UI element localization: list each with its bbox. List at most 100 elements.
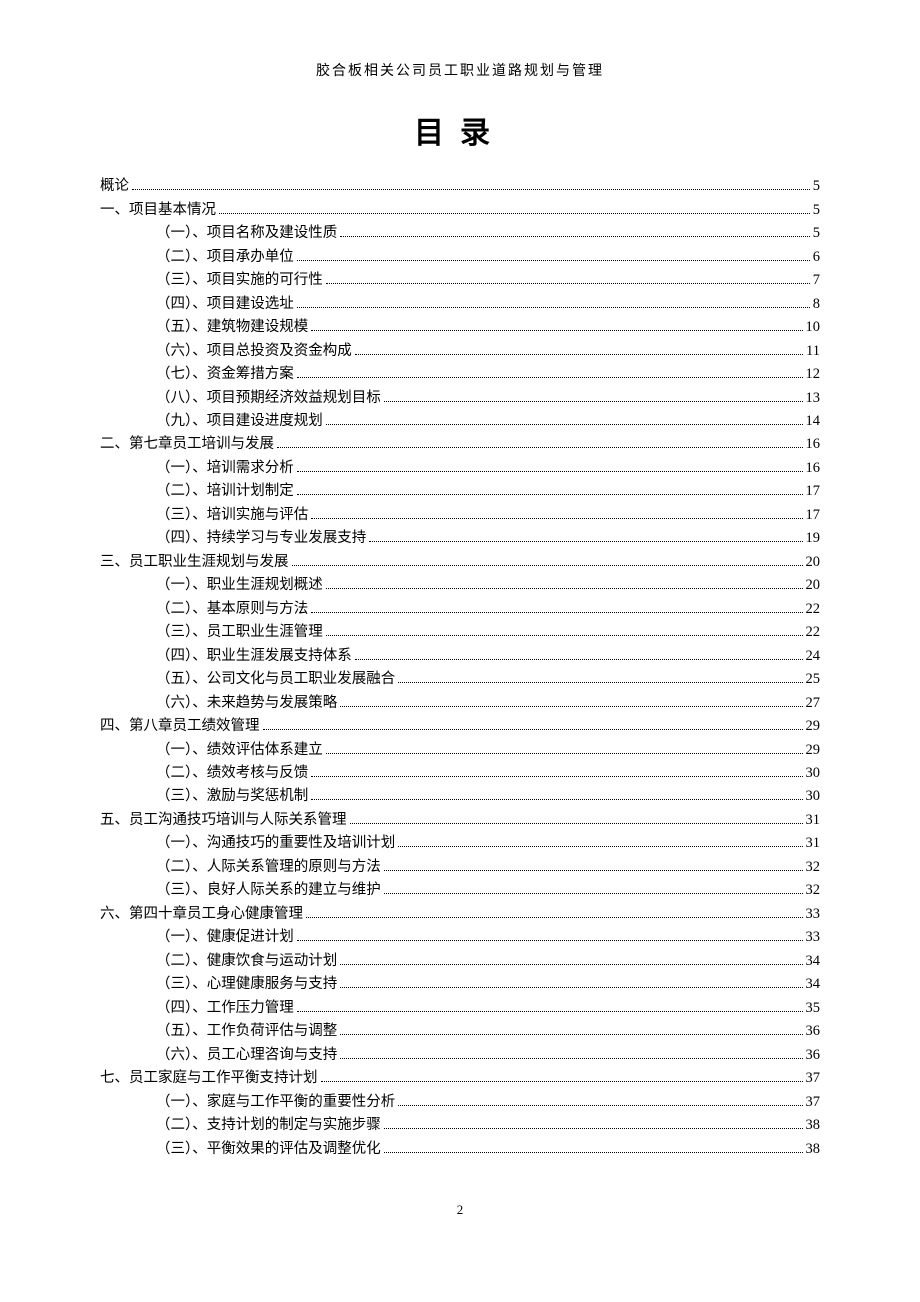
toc-entry-label: （三）、平衡效果的评估及调整优化 (156, 1142, 381, 1157)
toc-row: 七、员工家庭与工作平衡支持计划37 (100, 1066, 820, 1089)
toc-title: 目录 (100, 108, 820, 152)
toc-entry-page: 31 (806, 813, 821, 828)
toc-entry-page: 30 (806, 789, 821, 804)
toc-entry-label: （七）、资金筹措方案 (156, 367, 294, 382)
toc-row: 一、项目基本情况 5 (100, 197, 820, 220)
toc-entry-page: 36 (806, 1048, 821, 1063)
toc-leader-dots (297, 459, 803, 472)
toc-row: （五）、建筑物建设规模10 (100, 315, 820, 338)
toc-entry-label: （三）、心理健康服务与支持 (156, 977, 337, 992)
toc-row: （一）、健康促进计划33 (100, 925, 820, 948)
toc-entry-label: （九）、项目建设进度规划 (156, 414, 323, 429)
toc-row: （五）、工作负荷评估与调整36 (100, 1019, 820, 1042)
toc-entry-label: （四）、职业生涯发展支持体系 (156, 649, 352, 664)
toc-leader-dots (297, 295, 810, 308)
toc-row: （三）、良好人际关系的建立与维护32 (100, 878, 820, 901)
toc-entry-label: （五）、公司文化与员工职业发展融合 (156, 672, 395, 687)
toc-entry-label: （三）、良好人际关系的建立与维护 (156, 883, 381, 898)
toc-row: （三）、激励与奖惩机制30 (100, 784, 820, 807)
toc-entry-label: （五）、建筑物建设规模 (156, 320, 308, 335)
toc-entry-page: 31 (806, 836, 821, 851)
toc-entry-page: 30 (806, 766, 821, 781)
toc-leader-dots (398, 671, 802, 684)
toc-entry-page: 17 (806, 484, 821, 499)
toc-leader-dots (340, 225, 810, 238)
toc-leader-dots (297, 365, 803, 378)
toc-entry-label: 一、项目基本情况 (100, 203, 216, 218)
toc-leader-dots (340, 952, 802, 965)
toc-leader-dots (326, 272, 810, 285)
toc-leader-dots (311, 764, 802, 777)
toc-entry-page: 7 (813, 273, 820, 288)
toc-row: （二）、项目承办单位 6 (100, 244, 820, 267)
toc-row: （六）、未来趋势与发展策略 27 (100, 690, 820, 713)
toc-entry-label: （一）、家庭与工作平衡的重要性分析 (156, 1095, 395, 1110)
toc-row: （一）、绩效评估体系建立 29 (100, 737, 820, 760)
toc-entry-page: 34 (806, 977, 821, 992)
toc-leader-dots (326, 741, 803, 754)
toc-entry-label: 概论 (100, 179, 129, 194)
toc-entry-page: 27 (806, 696, 821, 711)
toc-leader-dots (398, 835, 802, 848)
toc-leader-dots (326, 412, 803, 425)
toc-leader-dots (326, 624, 803, 637)
toc-entry-label: （一）、培训需求分析 (156, 461, 294, 476)
toc-entry-label: 六、第四十章员工身心健康管理 (100, 907, 303, 922)
toc-entry-page: 6 (813, 250, 820, 265)
toc-entry-label: （四）、项目建设选址 (156, 297, 294, 312)
toc-row: 四、第八章员工绩效管理29 (100, 714, 820, 737)
toc-row: （六）、员工心理咨询与支持 36 (100, 1042, 820, 1065)
toc-row: （四）、职业生涯发展支持体系 24 (100, 643, 820, 666)
table-of-contents: 概论5一、项目基本情况5（一）、项目名称及建设性质5（二）、项目承办单位6（三）… (100, 174, 820, 1160)
toc-entry-label: （六）、员工心理咨询与支持 (156, 1048, 337, 1063)
toc-entry-page: 20 (806, 555, 821, 570)
toc-row: （六）、项目总投资及资金构成11 (100, 338, 820, 361)
toc-leader-dots (297, 248, 810, 261)
toc-entry-label: （四）、持续学习与专业发展支持 (156, 531, 366, 546)
toc-leader-dots (311, 319, 802, 332)
toc-leader-dots (306, 905, 803, 918)
toc-row: （四）、项目建设选址8 (100, 291, 820, 314)
toc-entry-label: （六）、项目总投资及资金构成 (156, 344, 352, 359)
toc-entry-page: 29 (806, 743, 821, 758)
toc-entry-label: （三）、项目实施的可行性 (156, 273, 323, 288)
toc-entry-page: 5 (813, 179, 820, 194)
toc-entry-label: （一）、项目名称及建设性质 (156, 226, 337, 241)
toc-entry-page: 5 (813, 203, 820, 218)
toc-leader-dots (297, 483, 803, 496)
toc-entry-label: （六）、未来趋势与发展策略 (156, 696, 337, 711)
toc-leader-dots (340, 1046, 802, 1059)
toc-entry-page: 36 (806, 1024, 821, 1039)
toc-entry-page: 13 (806, 391, 821, 406)
toc-entry-label: （二）、基本原则与方法 (156, 602, 308, 617)
toc-row: 二、第七章员工培训与发展16 (100, 432, 820, 455)
toc-entry-page: 35 (806, 1001, 821, 1016)
toc-row: （二）、基本原则与方法22 (100, 596, 820, 619)
toc-entry-label: （二）、项目承办单位 (156, 250, 294, 265)
toc-leader-dots (297, 999, 803, 1012)
toc-leader-dots (384, 1140, 803, 1153)
toc-entry-label: （二）、绩效考核与反馈 (156, 766, 308, 781)
toc-leader-dots (292, 553, 803, 566)
toc-row: （二）、支持计划的制定与实施步骤38 (100, 1113, 820, 1136)
toc-row: （三）、项目实施的可行性 7 (100, 268, 820, 291)
toc-row: （四）、工作压力管理35 (100, 995, 820, 1018)
toc-leader-dots (398, 1093, 802, 1106)
toc-leader-dots (340, 1023, 802, 1036)
toc-entry-page: 12 (806, 367, 821, 382)
toc-row: （七）、资金筹措方案 12 (100, 362, 820, 385)
toc-entry-label: （一）、绩效评估体系建立 (156, 743, 323, 758)
toc-entry-page: 33 (806, 907, 821, 922)
toc-row: （三）、心理健康服务与支持 34 (100, 972, 820, 995)
toc-entry-page: 16 (806, 437, 821, 452)
toc-leader-dots (277, 436, 803, 449)
page-number: 2 (100, 1202, 820, 1218)
toc-entry-page: 24 (806, 649, 821, 664)
toc-row: （三）、员工职业生涯管理22 (100, 620, 820, 643)
toc-leader-dots (355, 342, 803, 355)
toc-leader-dots (321, 1070, 803, 1083)
toc-row: （五）、公司文化与员工职业发展融合25 (100, 667, 820, 690)
toc-entry-page: 38 (806, 1118, 821, 1133)
toc-leader-dots (355, 647, 803, 660)
toc-row: （三）、平衡效果的评估及调整优化38 (100, 1136, 820, 1159)
